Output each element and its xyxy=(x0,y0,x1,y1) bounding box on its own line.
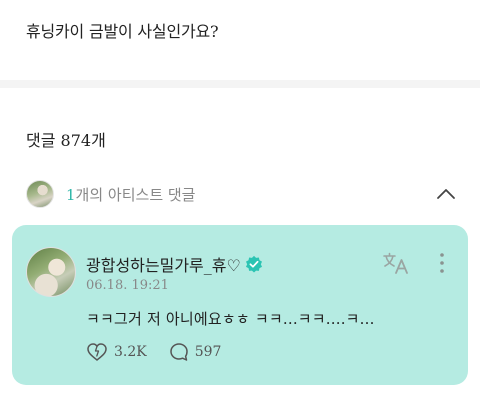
artist-comments-label: 1개의 아티스트 댓글 xyxy=(66,184,195,205)
more-vertical-icon[interactable] xyxy=(436,252,448,274)
artist-comments-suffix: 개의 아티스트 댓글 xyxy=(75,185,196,204)
artist-comments-count: 1 xyxy=(66,185,76,204)
reply-button[interactable]: 597 xyxy=(169,342,222,362)
post-title: 휴닝카이 금발이 사실인가요? xyxy=(26,22,219,41)
username-text: 광합성하는밀가루_휴♡ xyxy=(86,256,241,275)
comment-actions: 3.2K 597 xyxy=(86,342,243,362)
reply-count: 597 xyxy=(194,344,222,360)
comment-count: 댓글 874개 xyxy=(26,131,106,150)
artist-comments-toggle[interactable]: 1개의 아티스트 댓글 xyxy=(26,180,466,208)
artist-avatar-small xyxy=(26,180,54,208)
verified-badge-icon xyxy=(245,255,262,273)
like-icon xyxy=(87,343,107,361)
section-divider xyxy=(0,80,480,88)
like-count: 3.2K xyxy=(114,344,147,360)
like-button[interactable]: 3.2K xyxy=(86,342,147,362)
reply-icon xyxy=(169,343,188,361)
translate-icon[interactable] xyxy=(383,252,409,274)
artist-comment-card: 광합성하는밀가루_휴♡ 06.18. 19:21 ㅋㅋ그거 저 아니에요ㅎㅎ ㅋ… xyxy=(12,225,468,385)
comment-timestamp: 06.18. 19:21 xyxy=(86,278,169,293)
chevron-up-icon[interactable] xyxy=(436,184,456,204)
avatar[interactable] xyxy=(26,247,76,297)
comment-text: ㅋㅋ그거 저 아니에요ㅎㅎ ㅋㅋ...ㅋㅋ....ㅋ... xyxy=(86,310,375,328)
comment-author[interactable]: 광합성하는밀가루_휴♡ xyxy=(86,252,263,276)
